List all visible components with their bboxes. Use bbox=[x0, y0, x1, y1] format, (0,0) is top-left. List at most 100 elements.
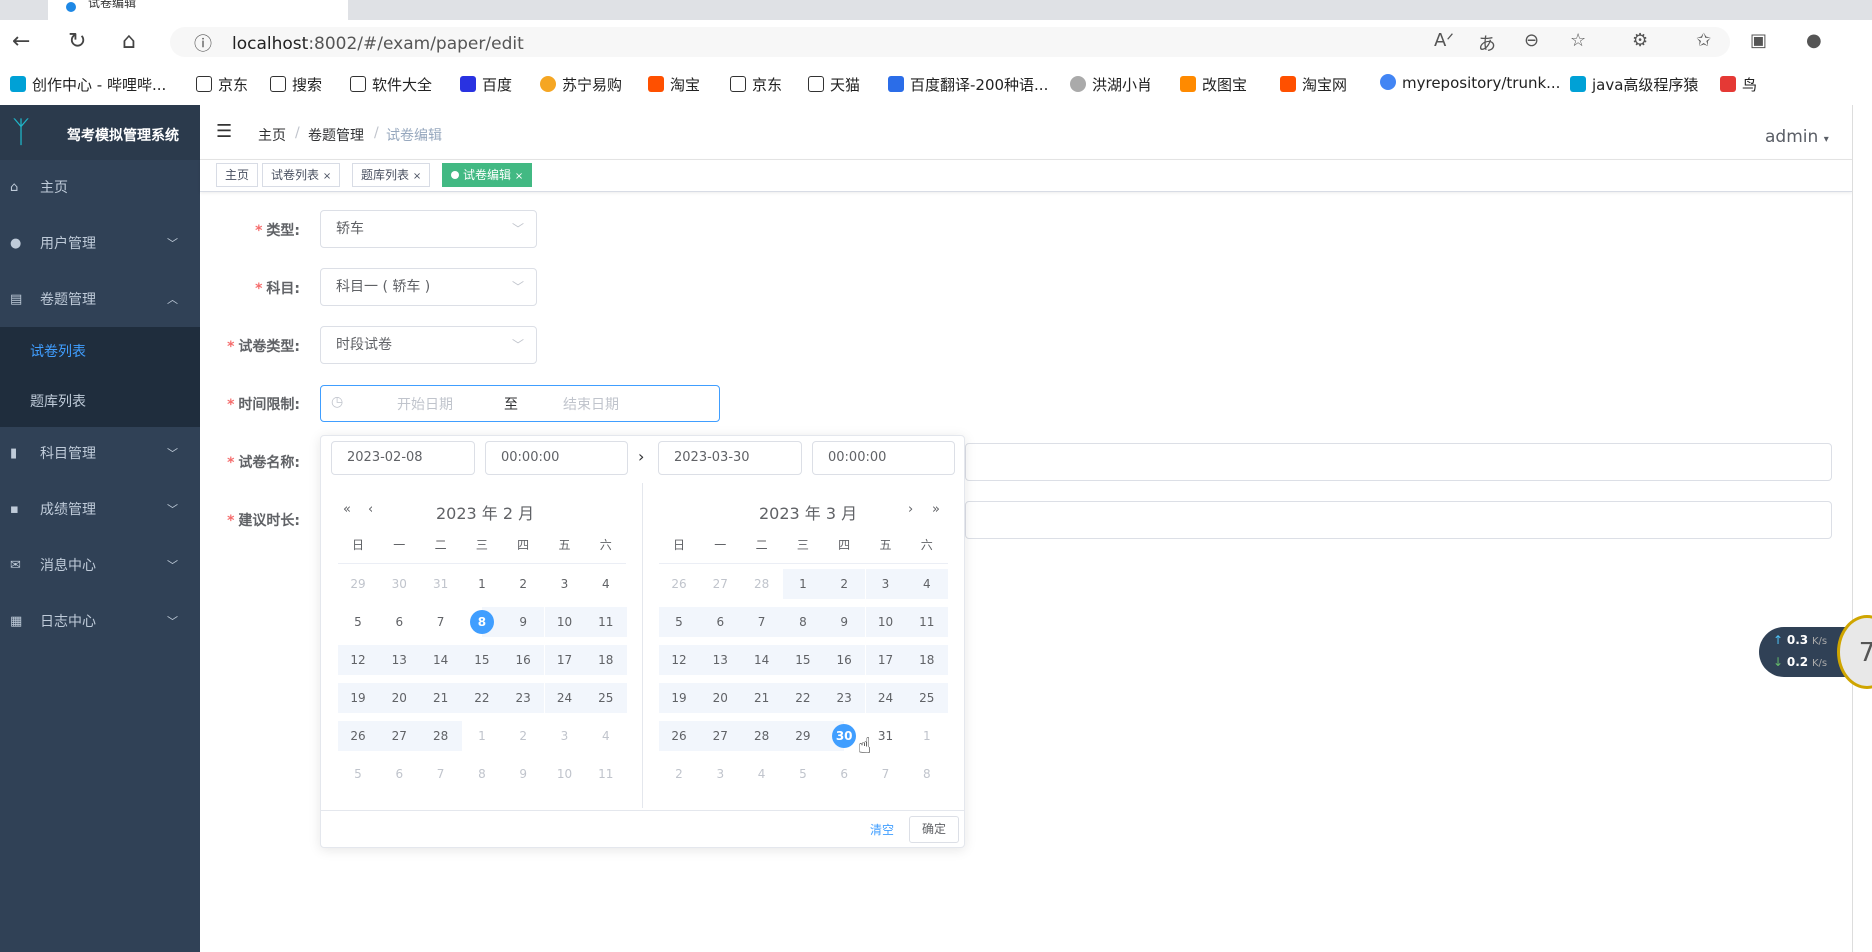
bookmark-item[interactable]: 鸟 bbox=[1720, 74, 1757, 95]
zoom-out-icon[interactable]: ⊖ bbox=[1524, 30, 1539, 51]
refresh-icon[interactable]: ↻ bbox=[68, 29, 86, 54]
calendar-day[interactable]: 24 bbox=[545, 683, 585, 713]
calendar-day[interactable]: 11 bbox=[586, 607, 626, 637]
calendar-day[interactable]: 21 bbox=[742, 683, 782, 713]
calendar-day[interactable]: 16 bbox=[824, 645, 864, 675]
calendar-day[interactable]: 22 bbox=[462, 683, 502, 713]
prev-year-icon[interactable]: « bbox=[343, 502, 351, 517]
sidebar-item-messages[interactable]: ✉ 消息中心 ﹀ bbox=[0, 538, 200, 594]
date-range-input[interactable]: ◷ 开始日期 至 结束日期 bbox=[320, 385, 720, 422]
tag-home[interactable]: 主页 bbox=[216, 163, 259, 187]
calendar-day[interactable]: 12 bbox=[659, 645, 699, 675]
calendar-day[interactable]: 17 bbox=[866, 645, 906, 675]
calendar-day[interactable]: 2 bbox=[824, 569, 864, 599]
calendar-day[interactable]: 2 bbox=[503, 721, 543, 751]
calendar-day[interactable]: 16 bbox=[503, 645, 543, 675]
favorites-list-icon[interactable]: ✩ bbox=[1696, 30, 1711, 51]
breadcrumb-item[interactable]: 主页 bbox=[258, 125, 286, 145]
browser-tab[interactable]: 试卷编辑 bbox=[48, 0, 348, 20]
calendar-day[interactable]: 11 bbox=[586, 759, 626, 789]
duration-input[interactable] bbox=[965, 501, 1832, 539]
calendar-day[interactable]: 6 bbox=[824, 759, 864, 789]
subject-select[interactable]: 科目一 ( 轿车 ) ﹀ bbox=[320, 268, 537, 306]
calendar-day[interactable]: 9 bbox=[503, 759, 543, 789]
calendar-day[interactable]: 14 bbox=[742, 645, 782, 675]
calendar-day[interactable]: 4 bbox=[742, 759, 782, 789]
calendar-day[interactable]: 5 bbox=[338, 759, 378, 789]
calendar-day[interactable]: 26 bbox=[338, 721, 378, 751]
paper-type-select[interactable]: 时段试卷 ﹀ bbox=[320, 326, 537, 364]
calendar-day[interactable]: 27 bbox=[700, 569, 740, 599]
sidebar-item-users[interactable]: ● 用户管理 ﹀ bbox=[0, 216, 200, 272]
calendar-day[interactable]: 18 bbox=[586, 645, 626, 675]
sidebar-item-question-bank[interactable]: 题库列表 bbox=[0, 377, 200, 427]
calendar-day[interactable]: 4 bbox=[586, 721, 626, 751]
calendar-day[interactable]: 7 bbox=[421, 759, 461, 789]
confirm-button[interactable]: 确定 bbox=[909, 816, 959, 843]
picker-start-date-input[interactable]: 2023-02-08 bbox=[331, 441, 475, 475]
sidebar-item-scores[interactable]: ▪ 成绩管理 ﹀ bbox=[0, 482, 200, 538]
calendar-day[interactable]: 6 bbox=[379, 759, 419, 789]
sidebar-item-paper-list[interactable]: 试卷列表 bbox=[0, 327, 200, 377]
calendar-day[interactable]: 6 bbox=[700, 607, 740, 637]
calendar-day[interactable]: 2 bbox=[503, 569, 543, 599]
calendar-day[interactable]: 23 bbox=[503, 683, 543, 713]
calendar-day[interactable]: 15 bbox=[462, 645, 502, 675]
calendar-day[interactable]: 9 bbox=[503, 607, 543, 637]
tag-paper-list[interactable]: 试卷列表 × bbox=[262, 163, 341, 187]
calendar-day[interactable]: 25 bbox=[907, 683, 947, 713]
calendar-day[interactable]: 26 bbox=[659, 569, 699, 599]
hamburger-icon[interactable]: ☰ bbox=[216, 121, 232, 142]
close-icon[interactable]: × bbox=[515, 171, 523, 182]
sidebar-item-subjects[interactable]: ▮ 科目管理 ﹀ bbox=[0, 426, 200, 482]
picker-start-time-input[interactable]: 00:00:00 bbox=[485, 441, 628, 475]
calendar-day[interactable]: 7 bbox=[866, 759, 906, 789]
calendar-day[interactable]: 19 bbox=[659, 683, 699, 713]
calendar-day[interactable]: 11 bbox=[907, 607, 947, 637]
bookmark-item[interactable]: 改图宝 bbox=[1180, 74, 1247, 95]
calendar-day[interactable]: 13 bbox=[700, 645, 740, 675]
home-icon[interactable]: ⌂ bbox=[122, 29, 136, 54]
bookmark-item[interactable]: 京东 bbox=[196, 74, 248, 95]
profile-avatar-icon[interactable]: ● bbox=[1806, 30, 1822, 51]
calendar-day[interactable]: 13 bbox=[379, 645, 419, 675]
tag-paper-edit[interactable]: 试卷编辑 × bbox=[442, 163, 533, 187]
close-icon[interactable]: × bbox=[323, 171, 331, 182]
back-arrow-icon[interactable]: ← bbox=[12, 29, 30, 54]
calendar-day[interactable]: 9 bbox=[824, 607, 864, 637]
calendar-day[interactable]: 5 bbox=[659, 607, 699, 637]
collections-icon[interactable]: ▣ bbox=[1750, 30, 1767, 51]
extensions-icon[interactable]: ⚙ bbox=[1632, 30, 1648, 51]
calendar-day[interactable]: 27 bbox=[379, 721, 419, 751]
bookmark-item[interactable]: 淘宝网 bbox=[1280, 74, 1347, 95]
network-speed-widget[interactable]: ↑ 0.3 K/s ↓ 0.2 K/s 7 bbox=[1759, 615, 1872, 689]
calendar-day[interactable]: 22 bbox=[783, 683, 823, 713]
bookmark-item[interactable]: 天猫 bbox=[808, 74, 860, 95]
calendar-day[interactable]: 8 bbox=[462, 607, 502, 637]
calendar-day[interactable]: 10 bbox=[866, 607, 906, 637]
calendar-day[interactable]: 28 bbox=[421, 721, 461, 751]
calendar-day[interactable]: 5 bbox=[338, 607, 378, 637]
calendar-day[interactable]: 1 bbox=[783, 569, 823, 599]
calendar-day[interactable]: 29 bbox=[338, 569, 378, 599]
bookmark-item[interactable]: 洪湖小肖 bbox=[1070, 74, 1152, 95]
calendar-day[interactable]: 10 bbox=[545, 607, 585, 637]
calendar-day[interactable]: 19 bbox=[338, 683, 378, 713]
start-date-input[interactable]: 开始日期 bbox=[397, 394, 453, 414]
calendar-day[interactable]: 4 bbox=[586, 569, 626, 599]
favorite-star-icon[interactable]: ☆ bbox=[1570, 30, 1586, 51]
sidebar-item-home[interactable]: ⌂ 主页 bbox=[0, 160, 200, 216]
calendar-day[interactable]: 5 bbox=[783, 759, 823, 789]
bookmark-item[interactable]: 淘宝 bbox=[648, 74, 700, 95]
calendar-day[interactable]: 21 bbox=[421, 683, 461, 713]
end-date-input[interactable]: 结束日期 bbox=[563, 394, 619, 414]
calendar-day[interactable]: 3 bbox=[700, 759, 740, 789]
picker-end-date-input[interactable]: 2023-03-30 bbox=[658, 441, 802, 475]
translate-icon[interactable]: あ bbox=[1478, 30, 1496, 56]
calendar-day[interactable]: 29 bbox=[783, 721, 823, 751]
calendar-day[interactable]: 3 bbox=[866, 569, 906, 599]
calendar-day[interactable]: 14 bbox=[421, 645, 461, 675]
calendar-day[interactable]: 20 bbox=[700, 683, 740, 713]
calendar-day[interactable]: 26 bbox=[659, 721, 699, 751]
sidebar-item-papers[interactable]: ▤ 卷题管理 ︿ bbox=[0, 272, 200, 328]
